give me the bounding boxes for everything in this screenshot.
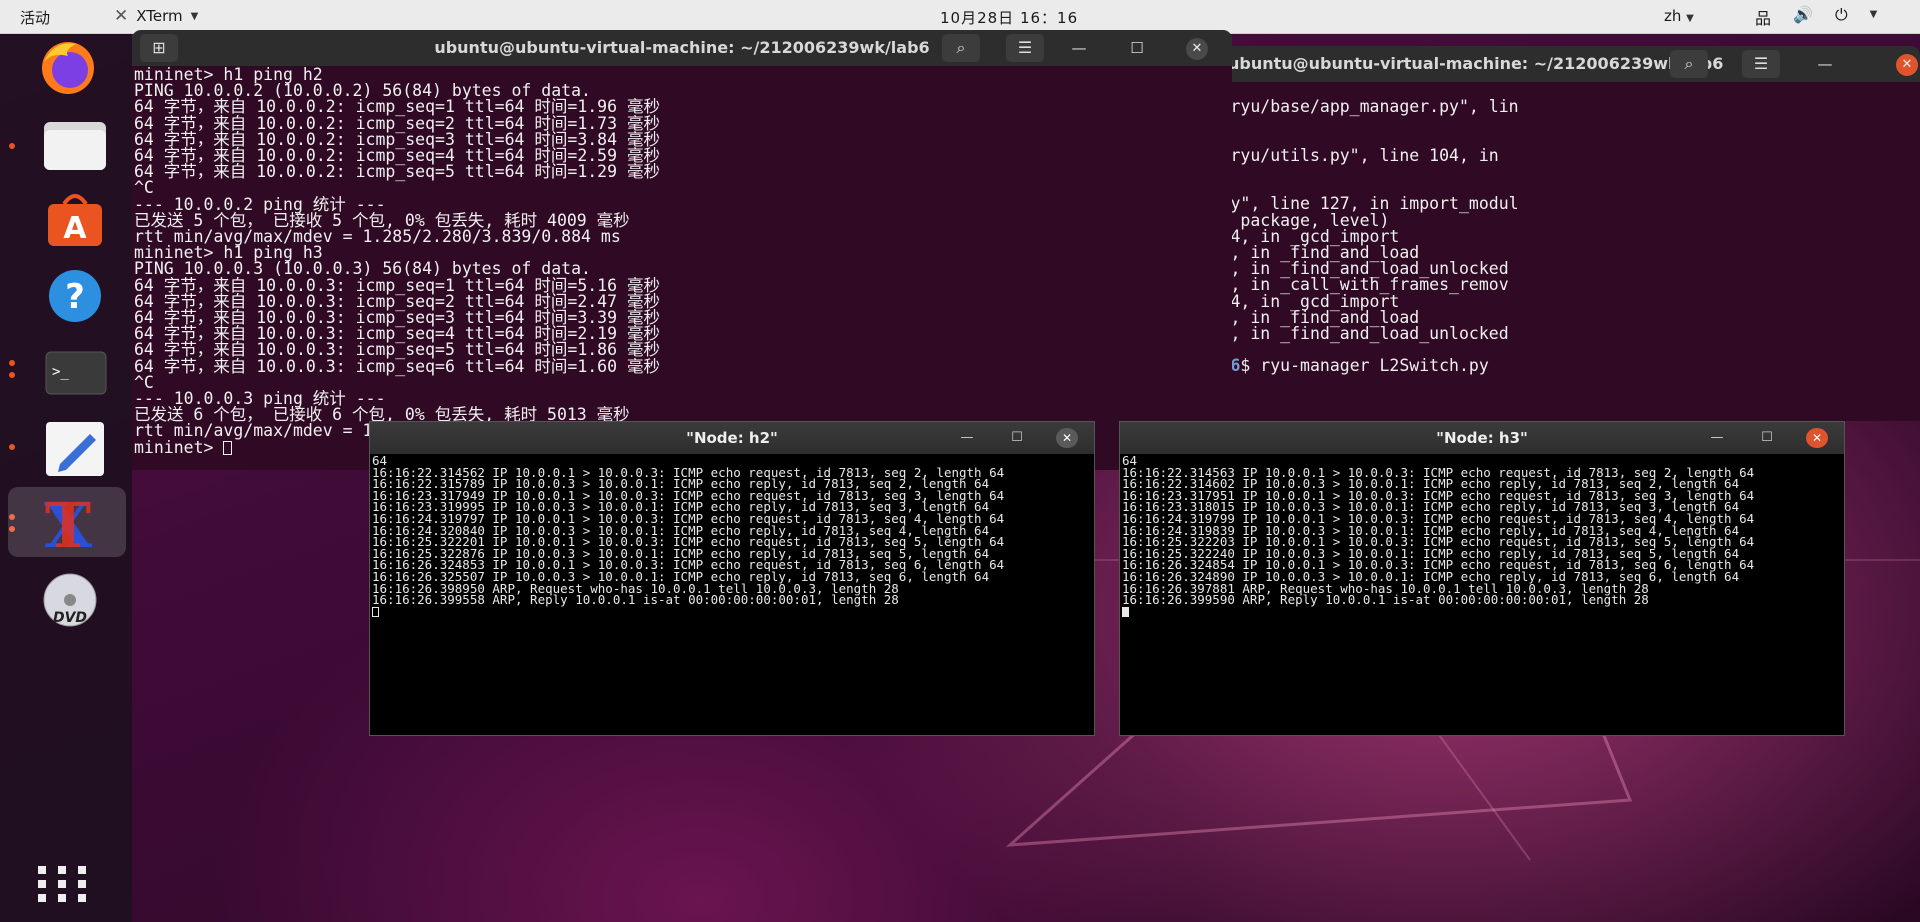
dock-item-dvd[interactable]: DVD	[22, 568, 110, 632]
chevron-down-icon: ▼	[190, 10, 199, 22]
dock-item-text-editor[interactable]	[22, 414, 110, 478]
maximize-icon: ☐	[1761, 430, 1773, 445]
top-panel: 活动 ✕ XTerm ▼ 10月28日 16：16 zh ▼ 品 🔊 ⏻ ▼	[0, 0, 1920, 34]
terminal-line: 16:16:26.399558 ARP, Reply 10.0.0.1 is-a…	[372, 592, 899, 608]
close-icon: ✕	[1061, 431, 1073, 445]
svg-text:>_: >_	[52, 364, 69, 380]
menu-button[interactable]: ☰	[1006, 34, 1044, 62]
dock-item-files[interactable]	[22, 110, 110, 174]
window-title: ubuntu@ubuntu-virtual-machine: ~/2120062…	[434, 38, 930, 57]
files-icon	[44, 122, 106, 170]
svg-text:T: T	[45, 489, 91, 555]
svg-text:?: ?	[65, 277, 85, 317]
dvd-icon: DVD	[43, 573, 97, 627]
text-editor-icon	[46, 422, 104, 476]
dock-item-firefox[interactable]	[22, 34, 110, 98]
terminal-icon: >_	[45, 351, 107, 395]
main-terminal-window[interactable]: ubuntu@ubuntu-virtual-machine: ~/2120062…	[132, 30, 1232, 470]
close-icon: ✕	[1811, 431, 1823, 445]
running-indicator	[9, 143, 15, 149]
terminal-line: 64 字节，来自 10.0.0.2: icmp_seq=5 ttl=64 时间=…	[134, 162, 660, 182]
activities-button[interactable]: 活动	[20, 7, 50, 28]
search-button[interactable]: ⌕	[1670, 50, 1708, 78]
app-menu[interactable]: ✕ XTerm ▼	[114, 6, 198, 26]
power-icon[interactable]: ⏻	[1835, 5, 1848, 29]
hamburger-menu-icon: ☰	[1753, 54, 1769, 73]
maximize-icon: ☐	[1011, 430, 1023, 445]
minimize-button[interactable]: —	[1064, 30, 1094, 66]
minimize-button[interactable]: —	[1704, 422, 1730, 454]
svg-text:A: A	[63, 211, 87, 246]
cursor-line	[1122, 606, 1842, 618]
close-button[interactable]: ✕	[1896, 54, 1918, 76]
menu-button[interactable]: ☰	[1742, 50, 1780, 78]
clock[interactable]: 10月28日 16：16	[940, 7, 1078, 28]
new-tab-button[interactable]: ⊞	[140, 34, 178, 62]
firefox-icon	[42, 42, 94, 94]
text-cursor	[223, 440, 233, 455]
minimize-icon: —	[1817, 55, 1833, 73]
node-h2-output[interactable]: 64 16:16:22.314562 IP 10.0.0.1 > 10.0.0.3…	[370, 454, 1094, 735]
chevron-down-icon: ▼	[1869, 9, 1878, 20]
text-cursor	[372, 606, 379, 617]
close-button[interactable]: ✕	[1056, 428, 1078, 448]
search-icon: ⌕	[956, 38, 966, 57]
new-tab-icon: ⊞	[152, 38, 166, 57]
dock-item-software[interactable]: A	[22, 186, 110, 250]
search-button[interactable]: ⌕	[942, 34, 980, 62]
node-h3-titlebar[interactable]: "Node: h3"	[1120, 422, 1844, 454]
input-method-label: zh	[1664, 7, 1682, 25]
maximize-button[interactable]: ☐	[1122, 30, 1152, 66]
main-terminal-output[interactable]: mininet> h1 ping h2 PING 10.0.0.2 (10.0.0…	[132, 66, 1232, 470]
volume-icon[interactable]: 🔊	[1793, 5, 1813, 29]
prompt-command: $ ryu-manager L2Switch.py	[1240, 356, 1489, 376]
svg-text:DVD: DVD	[53, 610, 87, 626]
close-icon: ✕	[1191, 41, 1203, 56]
dock-item-terminal[interactable]: >_	[22, 338, 110, 402]
window-title: "Node: h3"	[1436, 429, 1528, 447]
window-title: "Node: h2"	[686, 429, 778, 447]
node-h2-window[interactable]: "Node: h2" — ☐ ✕ 64 16:16:22.314562 IP 10…	[369, 421, 1095, 736]
text-cursor	[1122, 606, 1129, 617]
hamburger-menu-icon: ☰	[1017, 38, 1033, 57]
system-tray[interactable]: 品 🔊 ⏻ ▼	[1755, 5, 1877, 29]
app-menu-label: XTerm	[136, 7, 183, 25]
show-apps-icon[interactable]	[34, 864, 98, 904]
minimize-button[interactable]: —	[1810, 46, 1840, 82]
maximize-icon: ☐	[1130, 39, 1144, 57]
terminal-line: 64 字节，来自 10.0.0.3: icmp_seq=6 ttl=64 时间=…	[134, 356, 660, 376]
close-button[interactable]: ✕	[1186, 38, 1208, 60]
help-icon: ?	[49, 270, 101, 322]
dock-item-help[interactable]: ?	[22, 262, 110, 326]
node-h3-window[interactable]: "Node: h3" — ☐ ✕ 64 16:16:22.314563 IP 10…	[1119, 421, 1845, 736]
cursor-line	[372, 606, 1092, 618]
node-h2-titlebar[interactable]: "Node: h2"	[370, 422, 1094, 454]
close-button[interactable]: ✕	[1806, 428, 1828, 448]
dock-item-xterm[interactable]: X T	[8, 487, 126, 557]
dock: A ? >_ X T DVD	[0, 34, 132, 922]
running-indicator	[9, 360, 15, 366]
xterm-logo-icon: ✕	[114, 6, 129, 26]
maximize-button[interactable]: ☐	[1004, 422, 1030, 454]
running-indicator	[9, 444, 15, 450]
close-icon: ✕	[1901, 57, 1913, 72]
search-icon: ⌕	[1684, 54, 1694, 73]
chevron-down-icon: ▼	[1686, 13, 1694, 24]
minimize-icon: —	[1710, 430, 1724, 445]
xterm-icon: X T	[44, 489, 93, 555]
network-icon[interactable]: 品	[1755, 5, 1771, 29]
running-indicator	[9, 372, 15, 378]
software-store-icon: A	[48, 194, 102, 246]
window-title: ubuntu@ubuntu-virtual-machine: ~/2120062…	[1228, 54, 1724, 73]
mininet-prompt: mininet>	[134, 437, 224, 457]
minimize-icon: —	[960, 430, 974, 445]
node-h3-output[interactable]: 64 16:16:22.314563 IP 10.0.0.1 > 10.0.0.3…	[1120, 454, 1844, 735]
input-method-menu[interactable]: zh ▼	[1664, 7, 1694, 25]
minimize-icon: —	[1071, 39, 1087, 57]
maximize-button[interactable]: ☐	[1754, 422, 1780, 454]
terminal-line: 16:16:26.399590 ARP, Reply 10.0.0.1 is-a…	[1122, 592, 1649, 608]
minimize-button[interactable]: —	[954, 422, 980, 454]
